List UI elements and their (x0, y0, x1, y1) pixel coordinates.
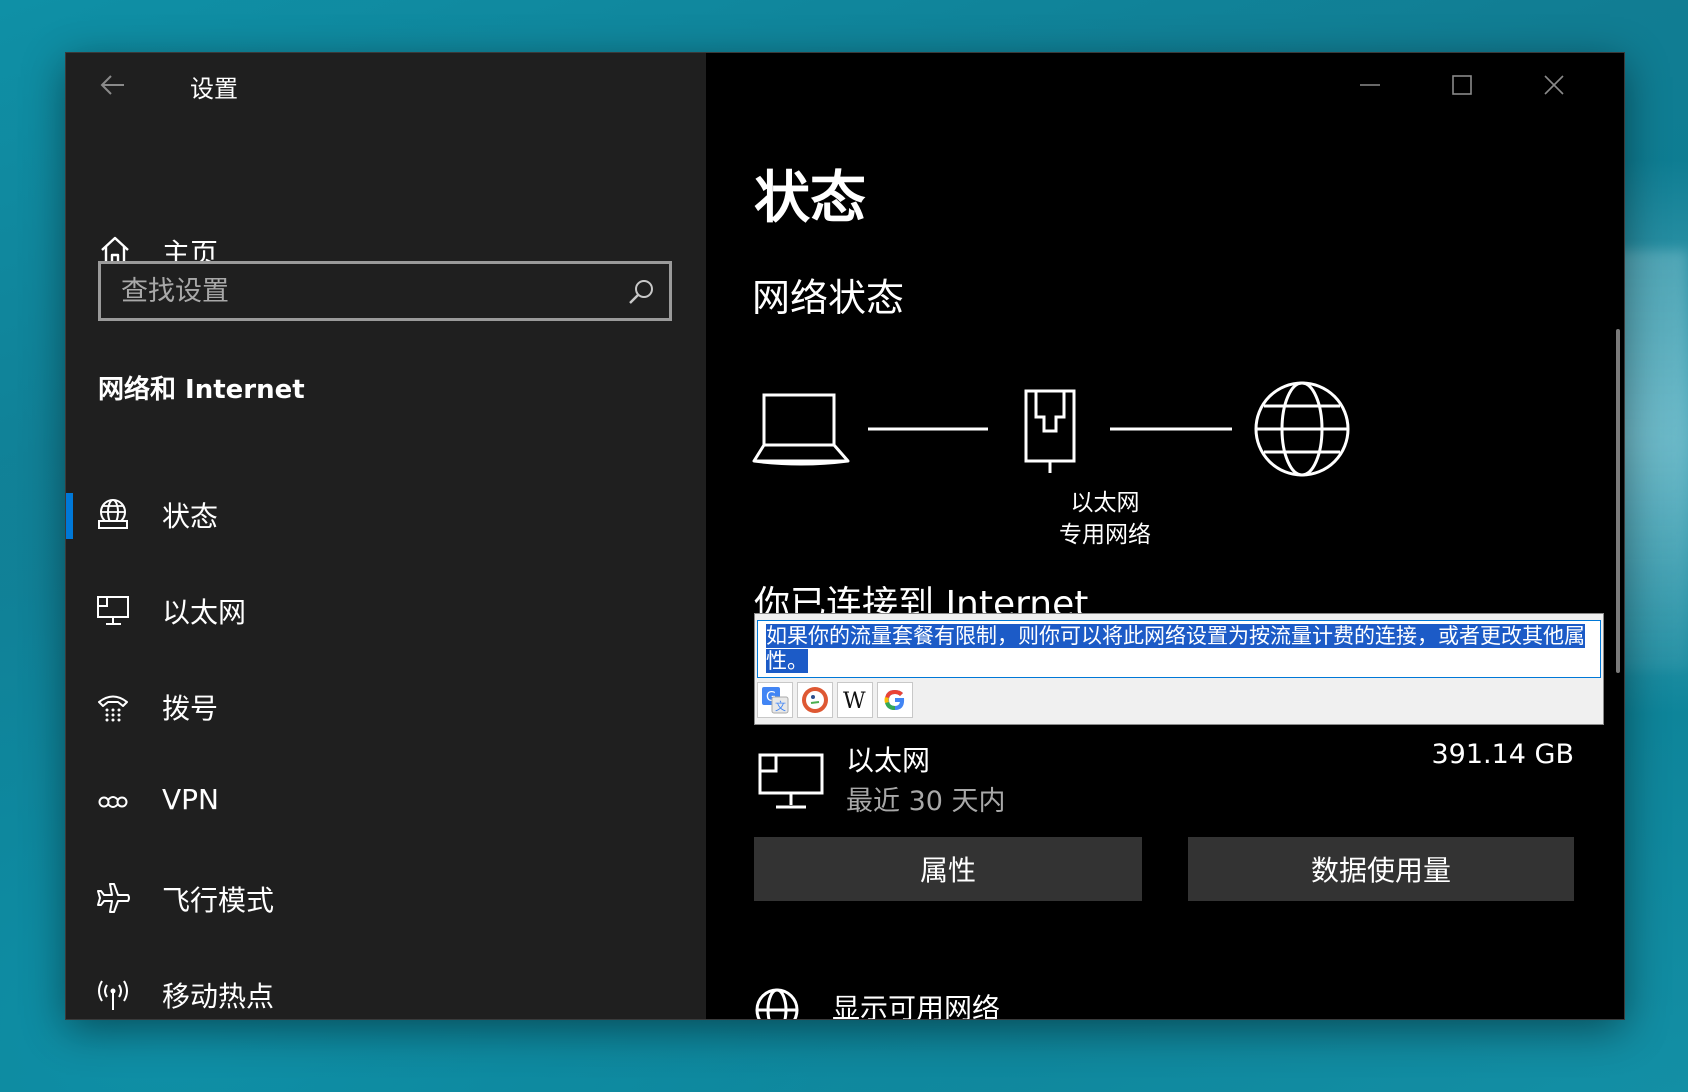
sidebar-item-label: 飞行模式 (162, 884, 275, 917)
hotspot-icon (98, 980, 128, 1010)
data-usage-button[interactable]: 数据使用量 (1188, 837, 1574, 901)
duckduckgo-icon[interactable] (797, 682, 833, 718)
google-icon[interactable] (877, 682, 913, 718)
usage-amount: 391.14 GB (1431, 739, 1574, 770)
maximize-icon (1452, 75, 1472, 95)
network-diagram-graphic (752, 381, 1350, 477)
selection-popup: 如果你的流量套餐有限制，则你可以将此网络设置为按流量计费的连接，或者更改其他属性… (754, 613, 1604, 725)
sidebar-item-dialup[interactable]: 拨号 (66, 665, 706, 751)
dialup-icon (98, 695, 128, 722)
properties-button[interactable]: 属性 (754, 837, 1142, 901)
sidebar-item-label: 以太网 (162, 596, 247, 629)
show-networks-label: 显示可用网络 (832, 992, 1001, 1019)
settings-window: 设置 主页 网络和 Internet 状态 (66, 53, 1624, 1019)
globe-networks-icon (755, 988, 799, 1019)
selected-text: 如果你的流量套餐有限制，则你可以将此网络设置为按流量计费的连接，或者更改其他属性… (766, 624, 1585, 673)
selected-text-box[interactable]: 如果你的流量套餐有限制，则你可以将此网络设置为按流量计费的连接，或者更改其他属性… (757, 620, 1601, 678)
minimize-button[interactable] (1324, 53, 1416, 117)
page-title: 状态 (754, 166, 866, 231)
sidebar-item-ethernet[interactable]: 以太网 (66, 569, 706, 655)
app-title: 设置 (190, 75, 238, 103)
close-icon (1544, 75, 1564, 95)
back-button[interactable] (92, 67, 132, 103)
airplane-icon (97, 883, 130, 913)
sidebar-item-vpn[interactable]: VPN (66, 761, 706, 847)
titlebar-left: 设置 (66, 53, 706, 117)
ethernet-adapter-icon (758, 753, 824, 809)
section-title: 网络和 Internet (98, 375, 305, 405)
active-indicator (66, 493, 73, 539)
network-type-label: 专用网络 (1059, 522, 1151, 548)
popup-toolbar: G 文 W (757, 682, 1157, 720)
laptop-icon (752, 393, 850, 466)
search-box[interactable] (98, 261, 672, 321)
svg-text:文: 文 (775, 699, 786, 713)
close-button[interactable] (1508, 53, 1600, 117)
search-input[interactable] (101, 264, 669, 318)
google-translate-icon[interactable]: G 文 (757, 682, 793, 718)
sidebar-item-label: 移动热点 (162, 980, 275, 1013)
scrollbar[interactable] (1616, 329, 1620, 673)
ethernet-icon (97, 596, 129, 625)
sidebar-item-status[interactable]: 状态 (66, 473, 706, 559)
ethernet-port-icon (1024, 389, 1076, 473)
sidebar-item-label: 拨号 (162, 692, 219, 725)
sidebar-item-hotspot[interactable]: 移动热点 (66, 953, 706, 1019)
wikipedia-icon[interactable]: W (837, 682, 873, 718)
content-pane: 状态 网络状态 以太网 专用网络 你已连接到 Internet 如果你的流量套餐… (706, 53, 1624, 1019)
adapter-name: 以太网 (846, 744, 931, 777)
show-available-networks-link[interactable]: 显示可用网络 (754, 981, 1254, 1019)
network-status-title: 网络状态 (752, 276, 905, 320)
globe-internet-icon (1254, 381, 1350, 477)
sidebar: 设置 主页 网络和 Internet 状态 (66, 53, 706, 1019)
maximize-button[interactable] (1416, 53, 1508, 117)
network-diagram: 以太网 专用网络 (752, 373, 1372, 548)
window-controls (1324, 53, 1624, 117)
sidebar-item-airplane[interactable]: 飞行模式 (66, 857, 706, 943)
adapter-label: 以太网 (1070, 490, 1140, 516)
svg-text:W: W (843, 689, 866, 714)
usage-period: 最近 30 天内 (846, 786, 1006, 817)
vpn-icon (98, 796, 128, 808)
globe-status-icon (98, 499, 128, 529)
minimize-icon (1360, 84, 1380, 86)
sidebar-item-label: VPN (162, 783, 219, 816)
sidebar-item-label: 状态 (162, 500, 219, 533)
back-arrow-icon (100, 75, 124, 95)
search-icon[interactable] (627, 278, 655, 306)
data-usage-summary: 以太网 最近 30 天内 391.14 GB (754, 739, 1574, 835)
